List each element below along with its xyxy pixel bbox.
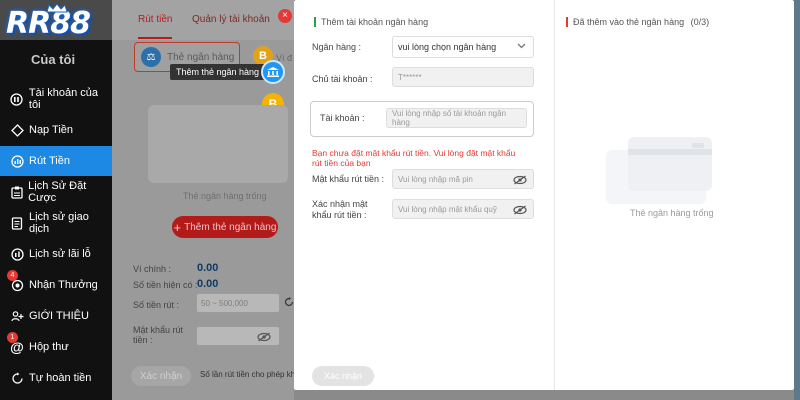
withdraw-pin-input[interactable]: Vui lòng nhập mã pin (392, 169, 534, 189)
eye-hidden-icon[interactable] (513, 205, 527, 215)
sidebar-item-label: Nhận Thưởng (29, 279, 98, 291)
password-warning: Bạn chưa đặt mật khẩu rút tiền. Vui lòng… (312, 148, 516, 168)
sidebar-item-referral[interactable]: GIỚI THIỆU (0, 301, 112, 331)
eye-hidden-icon[interactable] (513, 175, 527, 185)
bank-card-tab-label: Thẻ ngân hàng (167, 51, 235, 63)
withdraw-chart-icon (10, 154, 24, 168)
sidebar-item-rewards[interactable]: 4 Nhận Thưởng (0, 270, 112, 300)
sidebar-item-label: Rút Tiền (29, 155, 70, 167)
tab-account-management[interactable]: Quản lý tài khoản (192, 14, 270, 25)
sidebar-item-auto-refund[interactable]: Tự hoàn tiền (0, 363, 112, 393)
background-edge (794, 0, 800, 400)
close-icon[interactable]: × (278, 9, 292, 23)
refund-icon (10, 371, 24, 385)
sidebar-item-mailbox[interactable]: @1 Hộp thư (0, 332, 112, 362)
chevron-down-icon (517, 43, 526, 49)
withdraw-pin-label: Mật khẩu rút tiền : (312, 174, 385, 184)
added-cards-count: (0/3) (690, 17, 710, 27)
balance-label: Số tiền hiện có : (133, 280, 198, 290)
confirm-pin-placeholder: Vui lòng nhập mật khẩu quỹ (398, 204, 497, 214)
empty-bank-card-text: Thẻ ngân hàng trống (183, 191, 267, 201)
withdraw-password-input[interactable] (196, 326, 280, 346)
modal-divider (554, 0, 555, 390)
sidebar-item-deposit[interactable]: Nạp Tiền (0, 115, 112, 145)
withdraw-amount-label: Số tiền rút : (133, 300, 180, 310)
add-card-tooltip: Thêm thẻ ngân hàng (170, 64, 271, 80)
account-number-input[interactable]: Vui lòng nhập số tài khoản ngân hàng (386, 108, 527, 128)
notification-badge: 1 (7, 332, 18, 343)
bank-select[interactable]: vui lòng chọn ngân hàng (392, 36, 534, 58)
added-cards-title: Đã thêm vào thẻ ngân hàng (0/3) (566, 17, 709, 27)
diamond-icon (10, 123, 24, 137)
bank-building-icon (267, 67, 279, 77)
gift-icon: 4 (7, 270, 24, 292)
bank-icon: ⚖ (141, 47, 161, 67)
clipboard-icon (10, 185, 23, 199)
referral-icon (10, 309, 24, 323)
chart-circle-icon (10, 247, 24, 261)
sidebar-item-label: Tự hoàn tiền (29, 372, 92, 384)
sidebar-item-profit-loss-history[interactable]: Lịch sử lãi lỗ (0, 239, 112, 269)
bank-card-placeholder (148, 105, 288, 183)
eye-hidden-icon[interactable] (257, 332, 271, 342)
submit-button[interactable]: Xác nhận (312, 366, 374, 386)
withdraw-limit-note: Số lần rút tiền cho phép khả (200, 370, 300, 379)
brand-logo[interactable]: RR88 (0, 0, 132, 46)
sidebar-item-label: Lịch sử giao dịch (28, 211, 89, 235)
plus-icon: + (173, 219, 182, 235)
empty-bank-card-text: Thẻ ngân hàng trống (630, 208, 714, 218)
add-bank-card-cta[interactable]: + Thêm thẻ ngân hàng (172, 216, 278, 238)
tab-withdraw[interactable]: Rút tiền (138, 14, 173, 39)
bank-select-value: vui lòng chọn ngân hàng (398, 42, 497, 52)
sidebar-item-label: Lịch Sử Đặt Cược (28, 180, 87, 204)
sidebar-title: Của tôi (31, 52, 76, 67)
bank-label: Ngân hàng : (312, 42, 362, 52)
main-wallet-label: Ví chính : (133, 264, 172, 274)
main-wallet-value: 0.00 (197, 262, 219, 274)
notification-badge: 4 (7, 270, 18, 281)
add-bank-account-modal (294, 0, 794, 390)
refresh-icon[interactable] (284, 297, 294, 307)
confirm-pin-input[interactable]: Vui lòng nhập mật khẩu quỹ (392, 199, 534, 219)
added-cards-title-text: Đã thêm vào thẻ ngân hàng (573, 17, 685, 27)
sidebar-item-label: Lịch sử lãi lỗ (29, 248, 91, 260)
sidebar-item-my-account[interactable]: Tài khoản của tôi (0, 84, 112, 114)
balance-value: 0.00 (197, 278, 219, 290)
withdraw-pin-placeholder: Vui lòng nhập mã pin (398, 174, 473, 184)
sidebar-item-label: GIỚI THIỆU (29, 310, 89, 322)
add-bank-card-cta-label: Thêm thẻ ngân hàng (184, 221, 277, 233)
sidebar-item-transaction-history[interactable]: Lịch sử giao dịch (0, 208, 112, 238)
account-holder-field: T****** (392, 67, 534, 87)
sidebar-item-withdraw[interactable]: Rút Tiền (0, 146, 112, 176)
sidebar-item-label: Tài khoản của tôi (28, 87, 98, 111)
at-icon: @1 (7, 332, 24, 354)
account-holder-label: Chủ tài khoản : (312, 74, 373, 84)
withdraw-amount-input[interactable]: 50 ~ 500,000 (196, 293, 280, 313)
withdraw-confirm-button[interactable]: Xác nhận (131, 366, 191, 386)
sidebar-item-label: Hộp thư (29, 341, 69, 353)
sidebar-item-bet-history[interactable]: Lịch Sử Đặt Cược (0, 177, 112, 207)
withdraw-password-label: Mật khẩu rút tiền : (133, 325, 184, 345)
empty-card-illustration (628, 137, 712, 191)
crown-icon (46, 3, 68, 13)
add-bank-card-button[interactable] (261, 60, 285, 84)
document-icon (10, 216, 24, 230)
account-number-label: Tài khoản : (320, 113, 365, 123)
user-circle-icon (10, 92, 24, 106)
modal-title: Thêm tài khoản ngân hàng (314, 17, 428, 27)
confirm-pin-label: Xác nhận mật khẩu rút tiền : (312, 199, 368, 220)
sidebar-item-label: Nạp Tiền (29, 124, 74, 136)
